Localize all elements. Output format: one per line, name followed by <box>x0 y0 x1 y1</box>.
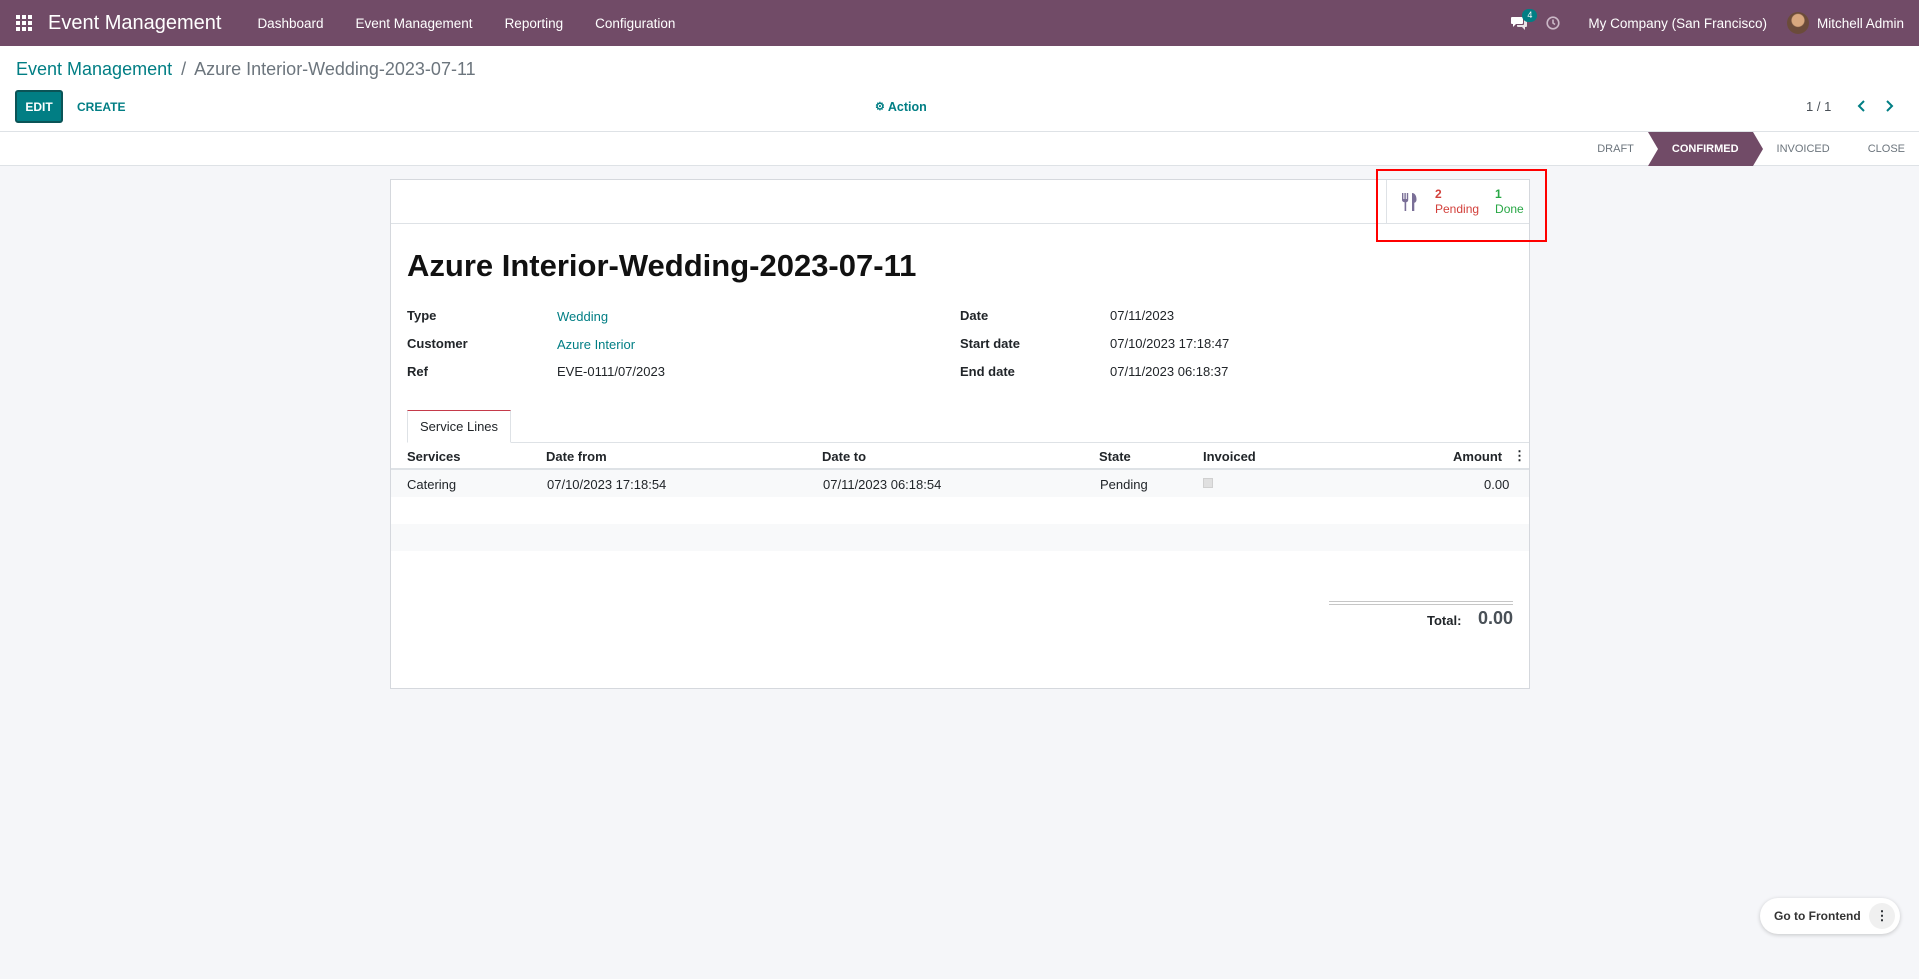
cell-amount: 0.00 <box>1484 477 1510 492</box>
ref-value: EVE-0111/07/2023 <box>557 364 665 379</box>
cell-service: Catering <box>407 477 457 492</box>
invoiced-checkbox[interactable] <box>1203 478 1213 488</box>
action-menu-button[interactable]: ⚙ Action <box>875 90 927 123</box>
start-date-label: Start date <box>960 336 1020 351</box>
user-menu[interactable]: Mitchell Admin <box>1786 12 1919 34</box>
type-link[interactable]: Wedding <box>557 309 608 324</box>
column-invoiced[interactable]: Invoiced <box>1203 449 1256 464</box>
type-label: Type <box>407 308 437 323</box>
breadcrumb-current: Azure Interior-Wedding-2023-07-11 <box>194 59 476 79</box>
end-date-value: 07/11/2023 06:18:37 <box>1110 364 1229 379</box>
record-title: Azure Interior-Wedding-2023-07-11 <box>407 248 917 283</box>
create-button[interactable]: CREATE <box>77 90 125 123</box>
menu-configuration[interactable]: Configuration <box>579 0 691 46</box>
column-amount[interactable]: Amount <box>1453 449 1502 464</box>
ref-label: Ref <box>407 364 428 379</box>
stage-draft[interactable]: DRAFT <box>1583 132 1648 166</box>
form-sheet: 2 Pending 1 Done Azure Interior-Wedding-… <box>390 179 1530 689</box>
column-date-from[interactable]: Date from <box>546 449 607 464</box>
end-date-label: End date <box>960 364 1015 379</box>
done-count: 1 <box>1495 187 1502 201</box>
menu-event-management[interactable]: Event Management <box>339 0 488 46</box>
pending-stat: 2 Pending <box>1435 187 1479 217</box>
total-value: 0.00 <box>1478 608 1514 628</box>
company-switcher[interactable]: My Company (San Francisco) <box>1570 16 1787 31</box>
top-navbar: Event Management Dashboard Event Managem… <box>0 0 1919 46</box>
menu-reporting[interactable]: Reporting <box>489 0 580 46</box>
pager-previous-button[interactable] <box>1848 93 1874 119</box>
avatar <box>1786 12 1809 34</box>
breadcrumb-parent[interactable]: Event Management <box>16 59 172 79</box>
messaging-button[interactable]: 4 <box>1502 0 1538 46</box>
gear-icon: ⚙ <box>875 101 885 113</box>
column-services[interactable]: Services <box>407 449 461 464</box>
empty-row <box>391 497 1529 524</box>
stage-invoiced[interactable]: INVOICED <box>1753 132 1844 166</box>
clock-icon <box>1546 16 1560 30</box>
table-header: Services Date from Date to State Invoice… <box>391 443 1529 470</box>
chevron-left-icon <box>1857 100 1865 112</box>
navbar-systray: 4 My Company (San Francisco) Mitchell Ad… <box>1502 0 1919 46</box>
user-name: Mitchell Admin <box>1816 15 1904 31</box>
cell-state: Pending <box>1100 477 1148 492</box>
tab-service-lines[interactable]: Service Lines <box>407 410 512 443</box>
control-panel: Event Management / Azure Interior-Weddin… <box>0 46 1919 132</box>
done-stat: 1 Done <box>1495 187 1524 217</box>
stage-pipeline: DRAFT CONFIRMED INVOICED CLOSE <box>1583 132 1919 166</box>
breadcrumb-separator: / <box>181 59 187 79</box>
customer-label: Customer <box>407 336 468 351</box>
table-row[interactable]: Catering 07/10/2023 17:18:54 07/11/2023 … <box>391 470 1529 497</box>
smart-button-box: 2 Pending 1 Done <box>391 180 1529 224</box>
total-label: Total: <box>1427 613 1462 628</box>
notebook-tabs: Service Lines <box>407 410 1529 443</box>
cutlery-icon <box>1395 192 1425 212</box>
chat-count-badge: 4 <box>1522 9 1538 22</box>
service-status-button[interactable]: 2 Pending 1 Done <box>1386 180 1529 224</box>
frontend-pill: Go to Frontend ⋮ <box>1760 898 1900 934</box>
pager-value[interactable]: 1 / 1 <box>1806 99 1831 114</box>
column-state[interactable]: State <box>1099 449 1131 464</box>
action-label: Action <box>887 99 927 114</box>
app-brand[interactable]: Event Management <box>48 12 221 35</box>
done-label: Done <box>1495 202 1524 216</box>
activity-button[interactable] <box>1536 0 1570 46</box>
status-bar: DRAFT CONFIRMED INVOICED CLOSE <box>0 132 1919 166</box>
stage-close[interactable]: CLOSE <box>1844 132 1919 166</box>
pager-next-button[interactable] <box>1876 93 1902 119</box>
cell-date-to: 07/11/2023 06:18:54 <box>823 477 942 492</box>
stage-confirmed[interactable]: CONFIRMED <box>1647 132 1763 166</box>
customer-link[interactable]: Azure Interior <box>557 337 635 352</box>
apps-menu-icon[interactable] <box>0 0 48 46</box>
pending-count: 2 <box>1435 187 1442 201</box>
total-divider <box>1329 601 1513 605</box>
cell-date-from: 07/10/2023 17:18:54 <box>547 477 667 492</box>
optional-columns-icon[interactable]: ⋮ <box>1513 448 1526 464</box>
empty-row <box>391 524 1529 551</box>
chevron-right-icon <box>1885 100 1893 112</box>
menu-dashboard[interactable]: Dashboard <box>241 0 339 46</box>
column-date-to[interactable]: Date to <box>822 449 866 464</box>
breadcrumb: Event Management / Azure Interior-Weddin… <box>16 59 476 80</box>
date-value: 07/11/2023 <box>1110 308 1175 323</box>
date-label: Date <box>960 308 989 323</box>
go-to-frontend-button[interactable]: Go to Frontend <box>1760 909 1869 923</box>
start-date-value: 07/10/2023 17:18:47 <box>1110 336 1230 351</box>
more-options-icon[interactable]: ⋮ <box>1869 903 1895 929</box>
pending-label: Pending <box>1435 202 1480 216</box>
edit-button[interactable]: EDIT <box>15 90 63 123</box>
